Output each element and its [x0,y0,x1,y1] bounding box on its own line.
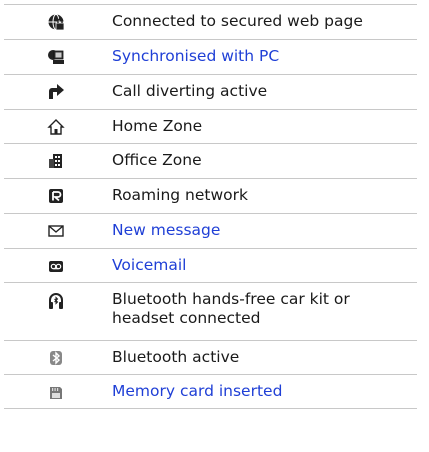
envelope-icon [47,222,65,240]
table-row: Call diverting active [4,75,417,110]
row-description: Office Zone [112,151,202,169]
table-row: New message [4,214,417,249]
table-row: Voicemail [4,249,417,283]
row-description: Bluetooth active [112,348,240,366]
row-description-link[interactable]: Voicemail [108,249,186,275]
table-row: Bluetooth active [4,341,417,375]
table-row: Memory card inserted [4,375,417,409]
row-description-link[interactable]: New message [108,214,220,240]
table-row: Home Zone [4,110,417,144]
roaming-r-icon [47,187,65,205]
office-zone-icon [47,152,65,170]
secured-web-globe-icon [47,13,65,31]
table-row: Synchronised with PC [4,40,417,75]
row-description: Bluetooth hands-free car kit or headset … [112,290,350,327]
table-row: Connected to secured web page [4,5,417,40]
row-description-link[interactable]: Memory card inserted [108,375,282,401]
row-description: Roaming network [112,186,248,204]
row-description: Call diverting active [112,82,268,100]
row-description: Home Zone [112,117,203,135]
status-icon-table: Connected to secured web page Synchronis… [4,4,417,409]
row-description-link[interactable]: Synchronised with PC [108,40,279,66]
bluetooth-icon [47,349,65,367]
pc-sync-icon [47,48,65,66]
table-row: Office Zone [4,144,417,179]
voicemail-icon [47,257,65,275]
table-row: Roaming network [4,179,417,214]
bluetooth-headset-icon [47,293,65,311]
call-divert-arrow-icon [47,83,65,101]
table-row: Bluetooth hands-free car kit or headset … [4,283,417,341]
home-zone-icon [47,118,65,136]
row-description: Connected to secured web page [112,12,363,30]
memory-card-icon [47,384,65,402]
